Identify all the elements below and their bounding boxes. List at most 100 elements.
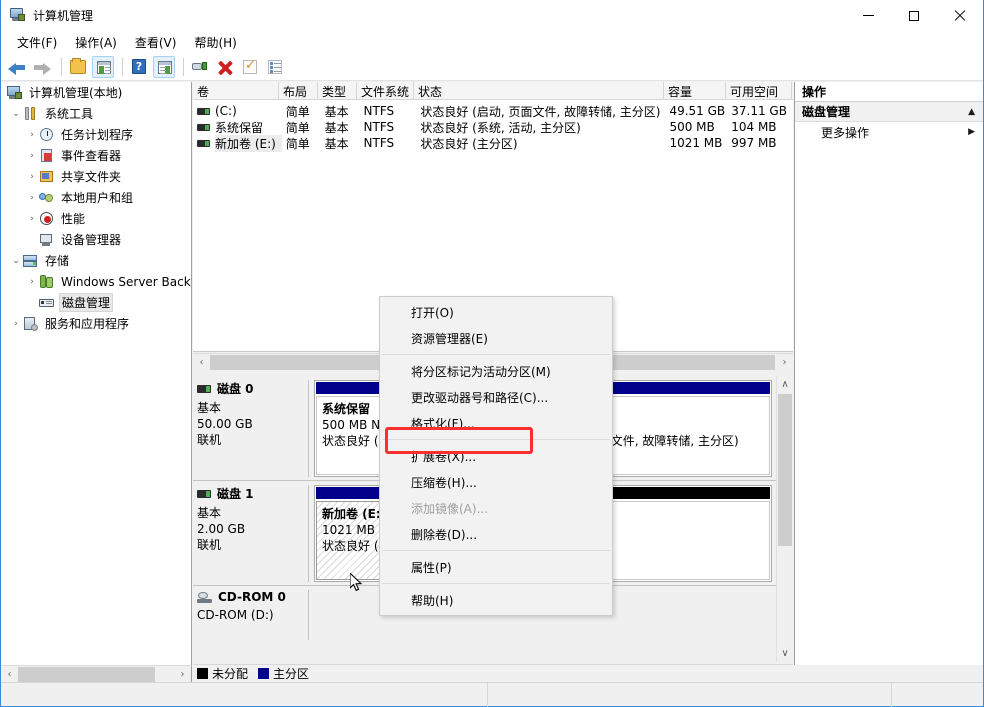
ctx-help[interactable]: 帮助(H) [380,587,612,613]
tree-item-disk-management[interactable]: 磁盘管理 [1,292,191,313]
ctx-change-drive-letter[interactable]: 更改驱动器号和路径(C)... [380,384,612,410]
show-action-pane-icon[interactable] [153,55,175,78]
tree-item-system-tools[interactable]: ⌄ 系统工具 [1,103,191,124]
tree-item-computer-management-local[interactable]: 计算机管理(本地) [1,82,191,103]
help-icon[interactable]: ? [128,56,150,78]
col-layout[interactable]: 布局 [279,82,318,99]
toolbar: ? [1,53,983,81]
tree-label: 本地用户和组 [61,191,134,205]
ctx-properties[interactable]: 属性(P) [380,554,612,580]
disk-view-scroll-thumb[interactable] [778,394,792,546]
ctx-mark-active[interactable]: 将分区标记为活动分区(M) [380,358,612,384]
cell-volume-selected: 新加卷 (E:) [215,134,282,152]
context-menu[interactable]: 打开(O) 资源管理器(E) 将分区标记为活动分区(M) 更改驱动器号和路径(C… [379,296,613,616]
chevron-right-icon[interactable]: › [9,317,23,331]
col-capacity[interactable]: 容量 [664,82,726,99]
chevron-right-icon: ▶ [968,127,975,137]
scroll-left-icon[interactable]: ‹ [1,667,18,682]
status-cell-1 [1,683,488,707]
ctx-open[interactable]: 打开(O) [380,299,612,325]
connect-icon[interactable] [189,56,211,78]
menu-view[interactable]: 查看(V) [126,32,186,53]
status-cell-3 [892,683,983,707]
console-tree[interactable]: 计算机管理(本地) ⌄ 系统工具 › 任务计划程序 › 事件查看器 › 共享文件 [1,82,192,665]
storage-icon [23,253,39,269]
tree-label: 存储 [45,254,70,268]
table-row[interactable]: 系统保留 简单 基本 NTFS 状态良好 (系统, 活动, 主分区) 500 M… [193,119,793,135]
chevron-right-icon[interactable]: › [25,275,39,289]
chevron-right-icon[interactable]: › [25,191,39,205]
shared-folder-icon [39,169,55,185]
ctx-add-mirror: 添加镜像(A)... [411,501,489,516]
ctx-shrink-volume[interactable]: 压缩卷(H)... [380,469,612,495]
delete-icon[interactable] [214,56,236,78]
actions-header: 操作 [795,82,983,102]
tree-item-task-scheduler[interactable]: › 任务计划程序 [1,124,191,145]
chevron-down-icon[interactable]: ⌄ [9,254,23,268]
menu-file[interactable]: 文件(F) [8,32,66,53]
scroll-down-icon[interactable]: ∨ [777,645,793,662]
col-filesystem[interactable]: 文件系统 [357,82,414,99]
table-row[interactable]: (C:) 简单 基本 NTFS 状态良好 (启动, 页面文件, 故障转储, 主分… [193,103,793,119]
maximize-button[interactable] [891,0,937,31]
legend: 未分配 主分区 [193,664,793,682]
disk-view-vertical-scrollbar[interactable]: ∧ ∨ [776,376,793,662]
services-icon [23,316,39,332]
disk-icon [197,489,211,498]
properties-icon[interactable] [239,56,261,78]
col-volume[interactable]: 卷 [193,82,279,99]
table-row[interactable]: 新加卷 (E:) 简单 基本 NTFS 状态良好 (主分区) 1021 MB 9… [193,134,793,152]
ctx-extend-volume[interactable]: 扩展卷(X)... [380,443,612,469]
forward-icon[interactable] [31,56,53,78]
tree-item-performance[interactable]: › 性能 [1,208,191,229]
list-view-icon[interactable] [264,56,286,78]
action-more-actions[interactable]: 更多操作 ▶ [795,122,983,142]
disk-1-size: 2.00 GB [197,522,246,536]
disk-1-info: 磁盘 1 基本 2.00 GB 联机 [197,485,309,582]
tree-item-event-viewer[interactable]: › 事件查看器 [1,145,191,166]
chevron-down-icon[interactable]: ⌄ [9,107,23,121]
tree-horizontal-scrollbar[interactable]: ‹ › [1,665,192,682]
actions-section-disk-management[interactable]: 磁盘管理 ▲ [795,102,983,122]
scroll-right-icon[interactable]: › [174,667,191,682]
chevron-right-icon[interactable]: › [25,149,39,163]
close-button[interactable] [937,0,983,31]
ctx-explore[interactable]: 资源管理器(E) [380,325,612,351]
window-title: 计算机管理 [33,8,94,23]
tree-item-storage[interactable]: ⌄ 存储 [1,250,191,271]
scroll-left-icon[interactable]: ‹ [193,355,210,370]
tree-scroll-thumb[interactable] [18,666,155,682]
chevron-right-icon[interactable]: › [25,212,39,226]
chevron-right-icon[interactable]: › [25,128,39,142]
disk-1-status: 联机 [197,538,222,552]
show-console-tree-icon[interactable] [92,55,114,78]
ctx-delete-volume[interactable]: 删除卷(D)... [380,521,612,547]
col-type[interactable]: 类型 [318,82,357,99]
cell-volume: (C:) [215,104,237,118]
minimize-button[interactable] [845,0,891,31]
ctx-format[interactable]: 格式化(F)... [380,410,612,436]
back-icon[interactable] [6,56,28,78]
tree-item-device-manager[interactable]: 设备管理器 [1,229,191,250]
tree-scroll-track[interactable] [18,666,174,682]
cell-layout: 简单 [285,136,310,151]
scroll-right-icon[interactable]: › [776,355,793,370]
scroll-up-icon[interactable]: ∧ [777,376,793,393]
users-groups-icon [39,190,55,206]
cell-free: 104 MB [731,120,777,134]
col-free[interactable]: 可用空间 [726,82,792,99]
context-menu-separator [382,354,610,355]
show-folder-icon[interactable] [67,56,89,78]
chevron-up-icon[interactable]: ▲ [968,107,975,117]
disk-1-name: 磁盘 1 [217,487,254,501]
tree-item-local-users-groups[interactable]: › 本地用户和组 [1,187,191,208]
menu-help[interactable]: 帮助(H) [185,32,245,53]
menu-action[interactable]: 操作(A) [66,32,126,53]
tree-item-shared-folders[interactable]: › 共享文件夹 [1,166,191,187]
tree-item-windows-server-backup[interactable]: › Windows Server Back [1,271,191,292]
disk-0-type: 基本 [197,401,222,415]
chevron-right-icon[interactable]: › [25,170,39,184]
volume-icon [197,107,210,115]
tree-item-services-and-applications[interactable]: › 服务和应用程序 [1,313,191,334]
col-status[interactable]: 状态 [414,82,664,99]
